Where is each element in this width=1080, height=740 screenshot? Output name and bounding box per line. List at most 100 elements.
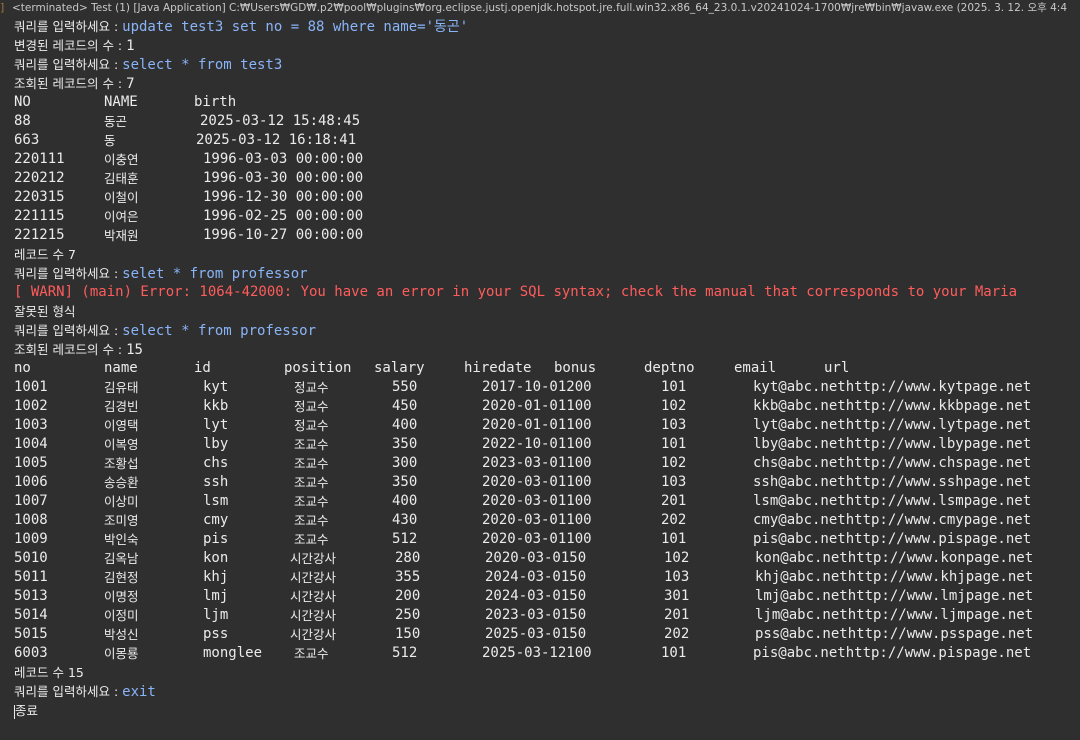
table-cell: 2025-03-12 15:48:45 <box>200 113 361 129</box>
table-row: 1003 이영택 lyt 정교수 400 2020-01-01100 103 lyt@abc.… <box>14 416 1080 435</box>
table-cell: 450 <box>392 398 418 414</box>
table-cell: 1001 <box>14 379 48 395</box>
table-cell: 280 <box>395 550 421 566</box>
table-cell: 220315 <box>14 189 65 205</box>
table-row: 5015 박성신 pss 시간강사 150 2025-03-0150 202 pss@abc.… <box>14 625 1080 644</box>
table-cell: 101 <box>661 645 687 661</box>
console-header: <terminated> Test (1) [Java Application]… <box>0 0 1080 16</box>
table-cell: 박재원 <box>104 228 139 243</box>
table-cell: 김태훈 <box>104 171 139 186</box>
table-cell: 102 <box>661 398 687 414</box>
table-cell: 400 <box>392 417 418 433</box>
console-output[interactable]: 쿼리를 입력하세요 : update test3 set no = 88 whe… <box>14 17 1080 740</box>
table-row: 5010 김옥남 kon 시간강사 280 2020-03-0150 102 kon@abc.… <box>14 549 1080 568</box>
table-cell: 220111 <box>14 151 65 167</box>
table-cell: 2020-03-01100 <box>482 493 592 509</box>
table-cell: 김경빈 <box>104 399 139 414</box>
column-header: birth <box>194 94 237 110</box>
result-line: 변경된 레코드의 수 : 1 <box>14 36 1080 55</box>
table-cell: 1005 <box>14 455 48 471</box>
changed-count: 1 <box>126 38 135 54</box>
table-cell: 101 <box>661 531 687 547</box>
user-input: select * from professor <box>122 323 317 339</box>
table-cell: chs <box>203 455 229 471</box>
table-header-row: no name id position salary hiredate bonus deptn… <box>14 359 1080 378</box>
table-cell: 200 <box>395 588 421 604</box>
table-cell: 조교수 <box>294 494 329 509</box>
count-label: 조회된 레코드의 수 : <box>14 342 127 357</box>
table-cell: 조교수 <box>294 437 329 452</box>
table-cell: ljm <box>203 607 229 623</box>
table-cell: kkb@abc.nethttp://www.kkbpage.net <box>753 398 1032 414</box>
table-cell: 이상미 <box>104 494 139 509</box>
table-cell: 88 <box>14 113 31 129</box>
table-cell: 663 <box>14 132 40 148</box>
table-row: 1002 김경빈 kkb 정교수 450 2020-01-01100 102 kkb@abc.… <box>14 397 1080 416</box>
table-cell: 시간강사 <box>290 570 337 585</box>
record-count: 15 <box>126 342 143 358</box>
user-input: exit <box>122 684 156 700</box>
table-cell: pss <box>203 626 229 642</box>
table-cell: 김현정 <box>104 570 139 585</box>
record-count: 7 <box>126 76 135 92</box>
table-cell: 이여은 <box>104 209 139 224</box>
table-row: 1008 조미영 cmy 조교수 430 2020-03-01100 202 cmy@abc.… <box>14 511 1080 530</box>
prompt-label: 쿼리를 입력하세요 : <box>14 684 123 699</box>
table-cell: lby@abc.nethttp://www.lbypage.net <box>753 436 1032 452</box>
table-cell: ssh <box>203 474 229 490</box>
table-cell: lsm <box>203 493 229 509</box>
table-cell: 5011 <box>14 569 48 585</box>
table-cell: 350 <box>392 474 418 490</box>
test3-table: NO NAME birth 88 동곤 2025-03-12 15:48:45 663 동 20… <box>14 93 1080 245</box>
user-input: select * from test3 <box>122 57 283 73</box>
table-cell: 300 <box>392 455 418 471</box>
table-cell: 1007 <box>14 493 48 509</box>
table-row: 663 동 2025-03-12 16:18:41 <box>14 131 1080 150</box>
table-cell: pss@abc.nethttp://www.psspage.net <box>755 626 1034 642</box>
exit-line: 종료 <box>14 701 1080 720</box>
table-cell: 2020-03-0150 <box>485 550 587 566</box>
table-cell: lmj <box>203 588 229 604</box>
table-cell: 201 <box>661 493 687 509</box>
table-cell: 2025-03-12 16:18:41 <box>196 132 357 148</box>
table-row: 221215 박재원 1996-10-27 00:00:00 <box>14 226 1080 245</box>
column-header: NO <box>14 94 31 110</box>
table-cell: lyt@abc.nethttp://www.lytpage.net <box>753 417 1032 433</box>
column-header: bonus <box>554 360 597 376</box>
table-row: 1006 송승환 ssh 조교수 350 2020-03-01100 103 ssh@abc.… <box>14 473 1080 492</box>
table-cell: 1996-10-27 00:00:00 <box>203 227 364 243</box>
table-cell: 2023-03-0150 <box>485 607 587 623</box>
table-cell: 103 <box>664 569 690 585</box>
result-line: 조회된 레코드의 수 : 15 <box>14 340 1080 359</box>
table-cell: lby <box>203 436 229 452</box>
column-header: email <box>734 360 777 376</box>
table-cell: 이몽룡 <box>104 646 139 661</box>
table-cell: cmy@abc.nethttp://www.cmypage.net <box>753 512 1032 528</box>
prompt-label: 쿼리를 입력하세요 : <box>14 323 123 338</box>
table-cell: 2020-03-01100 <box>482 512 592 528</box>
table-cell: 조교수 <box>294 532 329 547</box>
table-row: 5014 이정미 ljm 시간강사 250 2023-03-0150 201 ljm@abc.… <box>14 606 1080 625</box>
table-cell: 시간강사 <box>290 551 337 566</box>
column-header: hiredate <box>464 360 532 376</box>
table-cell: lyt <box>203 417 229 433</box>
table-cell: 김옥남 <box>104 551 139 566</box>
table-cell: 2017-10-01200 <box>482 379 592 395</box>
table-cell: 2020-01-01100 <box>482 417 592 433</box>
prompt-line: 쿼리를 입력하세요 : exit <box>14 682 1080 701</box>
prompt-line: 쿼리를 입력하세요 : select * from professor <box>14 321 1080 340</box>
table-cell: 201 <box>664 607 690 623</box>
table-cell: kon@abc.nethttp://www.konpage.net <box>755 550 1034 566</box>
record-footer: 레코드 수 7 <box>14 247 76 262</box>
table-cell: 정교수 <box>294 399 329 414</box>
table-cell: khj <box>203 569 229 585</box>
table-cell: kyt <box>203 379 229 395</box>
table-cell: 1002 <box>14 398 48 414</box>
table-cell: 2025-03-12100 <box>482 645 592 661</box>
column-header: salary <box>374 360 425 376</box>
table-cell: monglee <box>203 645 263 661</box>
table-row: 5011 김현정 khj 시간강사 355 2024-03-0150 103 khj@abc.… <box>14 568 1080 587</box>
table-cell: 2024-03-0150 <box>485 588 587 604</box>
table-cell: 5013 <box>14 588 48 604</box>
table-cell: 103 <box>661 417 687 433</box>
